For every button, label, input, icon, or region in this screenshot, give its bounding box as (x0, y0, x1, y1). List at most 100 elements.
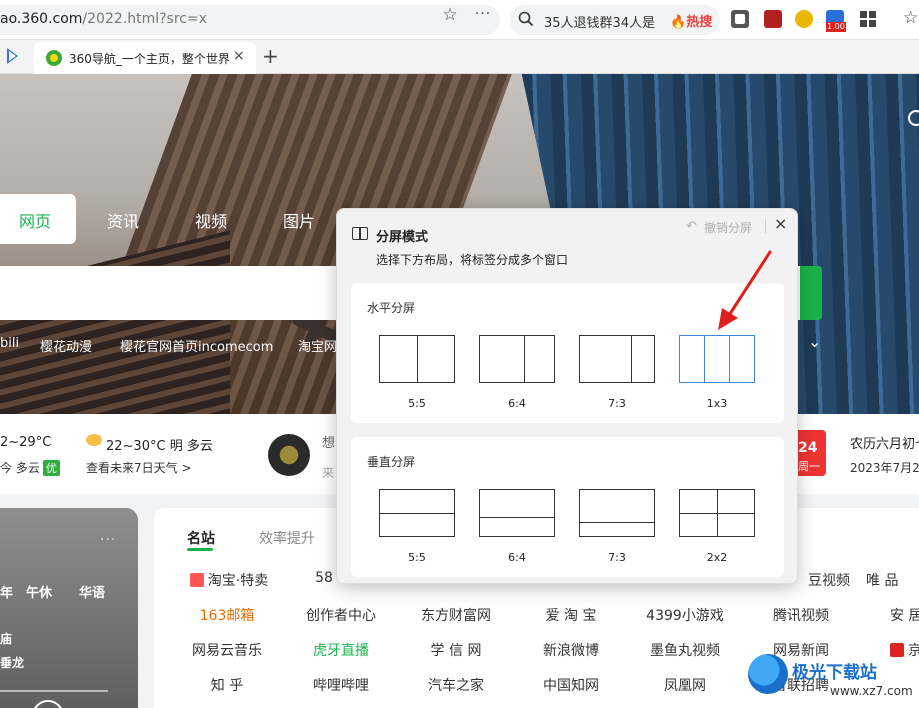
hotlink-item[interactable]: 淘宝网 (298, 336, 337, 355)
watermark-logo (748, 654, 788, 694)
cloud-sun-icon (86, 434, 102, 446)
layout-label: 7:3 (608, 551, 626, 564)
layout-option-v64[interactable]: 6:4 (479, 489, 557, 564)
site-link[interactable]: 东方财富网 (401, 605, 511, 625)
hotlink-item[interactable]: 樱花动漫 (40, 336, 92, 355)
browser-search-box[interactable]: 35人退钱群34人是 🔥热搜 (510, 5, 720, 35)
watermark: 极光下载站 www.xz7.com (748, 652, 919, 708)
tab-close-button[interactable]: × (233, 48, 245, 64)
layout-preview[interactable] (479, 489, 555, 537)
layout-label: 2x2 (706, 551, 728, 564)
hotlink-item[interactable]: bili (0, 336, 19, 351)
site-link[interactable]: 网易云音乐 (172, 640, 282, 660)
more-icon[interactable]: ··· (100, 532, 116, 548)
chevron-down-icon[interactable]: ⌄ (808, 332, 821, 351)
hot-search-badge[interactable]: 🔥热搜 (670, 11, 712, 30)
play-icon[interactable] (32, 700, 64, 708)
music-progress-bar[interactable] (0, 690, 108, 692)
layout-preview[interactable] (679, 489, 755, 537)
nav-web[interactable]: 网页 (19, 208, 51, 232)
site-link[interactable]: 创作者中心 (286, 605, 396, 625)
more-icon[interactable]: ··· (472, 5, 494, 25)
site-link[interactable]: 知 乎 (172, 675, 282, 695)
tab-title: 360导航_一个主页，整个世界 (69, 52, 229, 66)
site-link[interactable]: 哔哩哔哩 (286, 675, 396, 695)
weather-tomorrow-temp: 22~30°C (106, 439, 166, 454)
url-field[interactable]: ao.360.com/2022.html?src=x (0, 5, 500, 35)
music-tab[interactable]: 午休 (26, 582, 52, 601)
weather-forecast-link[interactable]: 查看未来7日天气 > (86, 459, 192, 476)
site-link[interactable]: 163邮箱 (172, 605, 282, 625)
close-icon[interactable]: × (774, 214, 787, 234)
watermark-url: www.xz7.com (830, 684, 913, 698)
user-greeting: 想 (322, 436, 336, 451)
avatar[interactable] (268, 434, 310, 476)
layout-preview[interactable] (379, 489, 455, 537)
tab-productivity[interactable]: 效率提升 (259, 528, 315, 548)
hotlink-item[interactable]: 樱花官网首页incomecom (120, 336, 273, 355)
site-link[interactable]: 中国知网 (516, 675, 626, 695)
layout-option-v73[interactable]: 7:3 (579, 489, 657, 564)
bookmark-star-icon[interactable]: ☆ (440, 6, 460, 24)
taobao-logo-icon (189, 573, 204, 587)
song-artist: 垂龙 (0, 656, 25, 670)
music-card: ··· 年 午休 华语 庙 垂龙 ⏭ (0, 508, 138, 708)
nav-news[interactable]: 资讯 (107, 208, 139, 232)
nav-video[interactable]: 视频 (195, 208, 227, 232)
watermark-name: 极光下载站 (792, 663, 877, 683)
gregorian-date: 2023年7月24 (850, 461, 919, 475)
new-tab-button[interactable]: + (262, 44, 279, 68)
layout-option-h1x3[interactable]: 1x3 (679, 335, 757, 410)
favorites-icon[interactable]: ☆ (903, 8, 918, 28)
skin-icon[interactable] (908, 110, 919, 126)
dialog-title: 分屏模式 (376, 230, 429, 245)
site-link[interactable]: 爱 淘 宝 (516, 605, 626, 625)
layout-label: 1x3 (706, 397, 728, 410)
divider (765, 219, 766, 233)
weather-today[interactable]: 今 多云优 (0, 459, 60, 476)
extension-reader-icon[interactable] (731, 10, 749, 28)
site-link[interactable]: 淘宝·特卖 (174, 570, 284, 590)
layout-option-h64[interactable]: 6:4 (479, 335, 557, 410)
site-link[interactable]: 安 居 (890, 605, 919, 625)
undo-icon: ↶ (686, 219, 697, 234)
weather-tomorrow-desc: 明 多云 (169, 439, 213, 454)
tab-famous-sites[interactable]: 名站 (187, 528, 215, 548)
layout-option-v55[interactable]: 5:5 (379, 489, 457, 564)
site-link[interactable]: 学 信 网 (401, 640, 511, 660)
site-link[interactable]: 墨鱼丸视频 (630, 640, 740, 660)
layout-label: 5:5 (408, 397, 426, 410)
layout-preview[interactable] (579, 335, 655, 383)
main-search-button[interactable] (800, 266, 822, 320)
search-suggestion: 35人退钱群34人是 (544, 16, 656, 31)
sidebar-toggle-icon[interactable] (7, 48, 18, 64)
layout-preview[interactable] (479, 335, 555, 383)
apps-grid-icon[interactable] (860, 11, 876, 27)
layout-preview[interactable] (579, 489, 655, 537)
extension-duck-icon[interactable] (795, 10, 813, 28)
360-logo-icon (46, 50, 62, 66)
extension-badge: 1.00 (826, 22, 846, 32)
user-sub: 来 (322, 466, 335, 480)
layout-option-h55[interactable]: 5:5 (379, 335, 457, 410)
site-link[interactable]: 新浪微博 (516, 640, 626, 660)
layout-preview-selected[interactable] (679, 335, 755, 383)
url-text[interactable]: ao.360.com/2022.html?src=x (0, 11, 207, 27)
music-tab[interactable]: 年 (0, 582, 13, 601)
site-link[interactable]: 腾讯视频 (746, 605, 856, 625)
site-link[interactable]: 4399小游戏 (630, 605, 740, 625)
site-link[interactable]: 凤凰网 (630, 675, 740, 695)
tab-360[interactable]: 360导航_一个主页，整个世界 × (34, 42, 256, 74)
layout-option-v2x2[interactable]: 2x2 (679, 489, 757, 564)
undo-split-button[interactable]: 撤销分屏 (704, 219, 752, 236)
extension-shield-icon[interactable] (764, 10, 782, 28)
calendar-weekday: 周一 (798, 460, 820, 473)
layout-preview[interactable] (379, 335, 455, 383)
search-icon (518, 11, 534, 27)
music-tab[interactable]: 华语 (79, 582, 105, 601)
nav-images[interactable]: 图片 (283, 208, 315, 232)
site-link[interactable]: 唯 品 (866, 570, 919, 590)
site-link[interactable]: 虎牙直播 (286, 640, 396, 660)
layout-option-h73[interactable]: 7:3 (579, 335, 657, 410)
site-link[interactable]: 汽车之家 (401, 675, 511, 695)
